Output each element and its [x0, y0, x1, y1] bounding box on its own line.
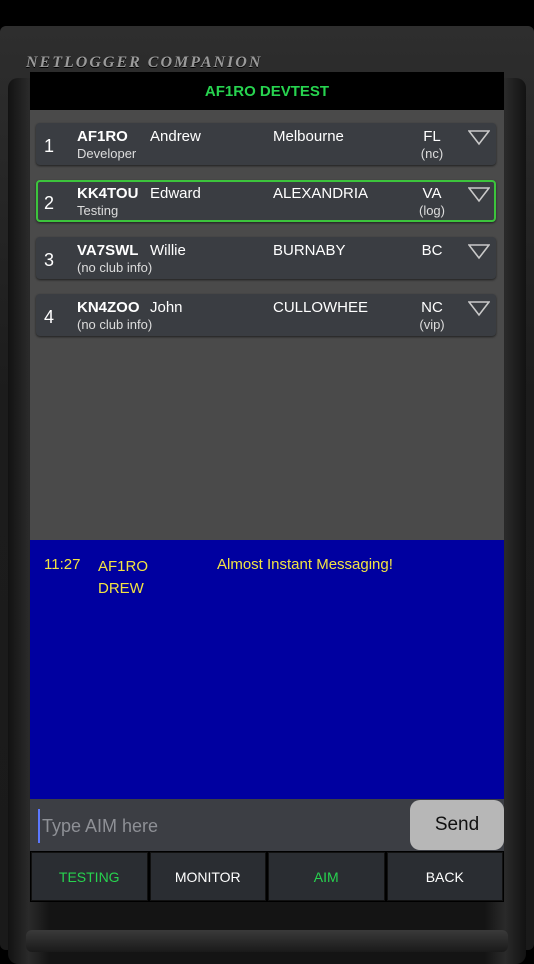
aim-input[interactable] [38, 809, 404, 843]
row-callsign: AF1RO [77, 128, 128, 145]
row-state: FL [423, 128, 441, 145]
tab-testing[interactable]: TESTING [31, 852, 148, 901]
row-city: CULLOWHEE [273, 299, 369, 316]
row-number: 2 [44, 193, 55, 213]
aim-message-text: Almost Instant Messaging! [217, 556, 393, 573]
screen: AF1RO DEVTEST 1 AF1RO Developer Andrew M… [30, 72, 504, 902]
row-club: (no club info) [77, 317, 153, 332]
tab-back[interactable]: BACK [386, 852, 503, 901]
aim-message-panel[interactable]: 11:27 AF1RO DREW Almost Instant Messagin… [30, 540, 504, 799]
roster-row[interactable]: 4 KN4ZOO (no club info) John CULLOWHEE N… [36, 294, 496, 336]
row-number: 1 [44, 136, 55, 156]
row-number: 4 [44, 307, 55, 327]
row-club: (no club info) [77, 260, 153, 275]
roster-row-selected[interactable]: 2 KK4TOU Testing Edward ALEXANDRIA VA (l… [36, 180, 496, 222]
bottom-tab-bar: TESTING MONITOR AIM BACK [30, 851, 504, 902]
row-callsign: KK4TOU [77, 185, 139, 202]
roster-row[interactable]: 3 VA7SWL (no club info) Willie BURNABY B… [36, 237, 496, 279]
app-title: NETLOGGER COMPANION [26, 54, 263, 71]
triangle-down-icon[interactable] [468, 244, 490, 260]
aim-sender-callsign: AF1RO [98, 558, 149, 575]
aim-sender-name: DREW [98, 580, 144, 597]
row-club: Testing [77, 203, 119, 218]
row-status: (vip) [419, 317, 445, 332]
roster-row[interactable]: 1 AF1RO Developer Andrew Melbourne FL (n… [36, 123, 496, 165]
aim-message-time: 11:27 [44, 556, 81, 573]
tab-monitor[interactable]: MONITOR [149, 852, 266, 901]
row-callsign: VA7SWL [77, 242, 139, 259]
net-name-header: AF1RO DEVTEST [30, 72, 504, 110]
row-state: BC [421, 242, 443, 259]
roster-list: 1 AF1RO Developer Andrew Melbourne FL (n… [30, 110, 504, 540]
triangle-down-icon[interactable] [468, 301, 490, 317]
row-name: Willie [150, 242, 186, 259]
row-status: (nc) [420, 146, 444, 161]
row-callsign: KN4ZOO [77, 299, 140, 316]
row-city: Melbourne [273, 128, 344, 145]
bezel-bottom [26, 930, 508, 952]
row-name: Edward [150, 185, 201, 202]
row-city: BURNABY [273, 242, 346, 259]
aim-message-sender: AF1RO DREW [98, 556, 148, 600]
row-name: John [150, 299, 183, 316]
row-status: (log) [418, 203, 445, 218]
triangle-down-icon[interactable] [468, 187, 490, 203]
row-name: Andrew [150, 128, 201, 145]
triangle-down-icon[interactable] [468, 130, 490, 146]
tab-aim[interactable]: AIM [268, 852, 385, 901]
aim-input-bar: Send [30, 799, 504, 851]
row-club: Developer [77, 146, 137, 161]
send-button[interactable]: Send [410, 800, 504, 850]
row-state: VA [422, 185, 442, 202]
row-city: ALEXANDRIA [273, 185, 369, 202]
row-number: 3 [44, 250, 55, 270]
row-state: NC [421, 299, 443, 316]
